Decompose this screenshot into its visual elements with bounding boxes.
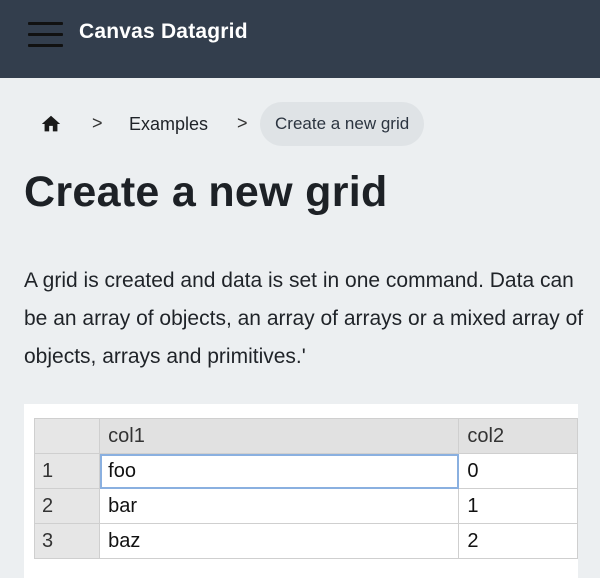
page-description: A grid is created and data is set in one… bbox=[24, 269, 584, 368]
menu-line bbox=[28, 44, 63, 47]
page-title: Create a new grid bbox=[24, 168, 388, 216]
table-row: 2 bar 1 bbox=[33, 488, 578, 524]
column-header-col2[interactable]: col2 bbox=[458, 418, 578, 454]
datagrid[interactable]: col1 col2 1 foo 0 2 bar 1 3 baz 2 bbox=[33, 418, 578, 559]
column-header-col1[interactable]: col1 bbox=[99, 418, 460, 454]
header-row: col1 col2 bbox=[33, 418, 578, 454]
row-header[interactable]: 3 bbox=[33, 523, 101, 559]
app-bar: Canvas Datagrid bbox=[0, 0, 600, 78]
breadcrumb: > Examples > Create a new grid bbox=[0, 102, 600, 146]
grid-cell[interactable]: bar bbox=[99, 488, 460, 524]
breadcrumb-link-examples[interactable]: Examples bbox=[129, 114, 208, 135]
menu-line bbox=[28, 22, 63, 25]
grid-cell[interactable]: baz bbox=[99, 523, 460, 559]
datagrid-panel: col1 col2 1 foo 0 2 bar 1 3 baz 2 bbox=[24, 404, 578, 578]
home-icon[interactable] bbox=[38, 113, 64, 135]
grid-cell[interactable]: 2 bbox=[458, 523, 578, 559]
row-header[interactable]: 2 bbox=[33, 488, 101, 524]
grid-cell[interactable]: 1 bbox=[458, 488, 578, 524]
breadcrumb-current: Create a new grid bbox=[260, 102, 425, 146]
table-row: 1 foo 0 bbox=[33, 453, 578, 489]
corner-cell[interactable] bbox=[33, 418, 101, 454]
table-row: 3 baz 2 bbox=[33, 523, 578, 559]
row-header[interactable]: 1 bbox=[33, 453, 101, 489]
chevron-right-icon: > bbox=[237, 113, 248, 133]
grid-cell-selected[interactable]: foo bbox=[99, 453, 460, 489]
app-title: Canvas Datagrid bbox=[79, 20, 248, 43]
grid-cell[interactable]: 0 bbox=[458, 453, 578, 489]
hamburger-menu-icon[interactable] bbox=[28, 22, 63, 48]
chevron-right-icon: > bbox=[92, 113, 103, 133]
menu-line bbox=[28, 33, 63, 36]
